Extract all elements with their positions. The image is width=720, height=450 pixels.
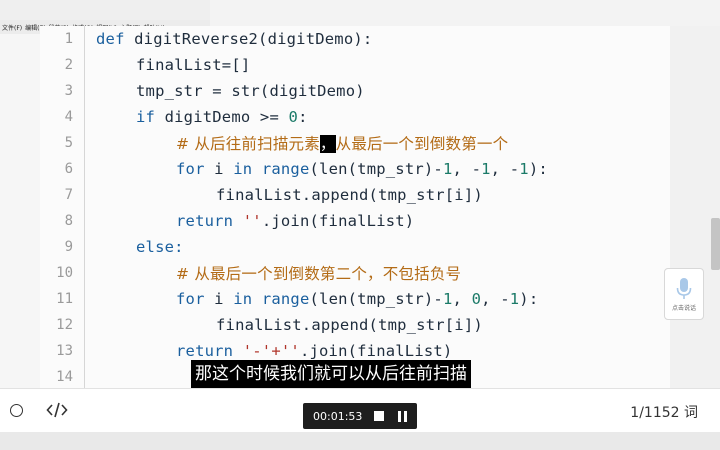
line-number: 3 <box>64 83 73 99</box>
scrollbar-thumb[interactable] <box>711 218 720 270</box>
comment-text: # 从后往前扫描元素 <box>176 135 320 153</box>
line-number: 11 <box>56 291 73 307</box>
code-text: finalList.append(tmp_str[i]) <box>216 186 483 204</box>
keyword: if <box>136 108 156 126</box>
builtin: range <box>252 290 310 308</box>
code-token: i <box>204 160 234 178</box>
keyword: def <box>96 30 125 48</box>
code-text: return ''.join(finalList) <box>176 212 414 230</box>
code-comment: # 从最后一个到倒数第二个，不包括负号 <box>176 265 462 283</box>
left-margin <box>0 34 40 388</box>
word-progress: 1/1152 词 <box>630 405 698 421</box>
code-line: 1 def digitReverse2(digitDemo): <box>40 26 670 52</box>
code-token: digitReverse2(digitDemo): <box>124 30 373 48</box>
code-token: .join(finalList) <box>261 212 415 230</box>
code-line: 5 # 从后往前扫描元素，从最后一个到倒数第一个 <box>40 130 670 156</box>
code-line: 6 for i in range(len(tmp_str)-1, -1, -1)… <box>40 156 670 182</box>
string-literal: '-'+'' <box>233 342 300 360</box>
line-number: 2 <box>64 57 73 73</box>
code-token: .join(finalList) <box>299 342 453 360</box>
code-token: , - <box>490 160 520 178</box>
circle-icon[interactable] <box>10 404 23 417</box>
line-number: 9 <box>64 239 73 255</box>
number-literal: 1 <box>442 160 453 178</box>
code-text: if digitDemo >= 0: <box>136 108 308 126</box>
keyword: return <box>176 342 234 360</box>
number-literal: 0 <box>471 290 482 308</box>
code-line: 8 return ''.join(finalList) <box>40 208 670 234</box>
keyword: return <box>176 212 234 230</box>
code-text: finalList.append(tmp_str[i]) <box>216 316 483 334</box>
code-line: 3 tmp_str = str(digitDemo) <box>40 78 670 104</box>
pause-icon[interactable] <box>398 410 407 422</box>
line-number: 13 <box>56 343 73 359</box>
number-literal: 1 <box>519 160 529 178</box>
keyword: for <box>176 290 205 308</box>
code-text: return '-'+''.join(finalList) <box>176 342 452 360</box>
number-literal: 0 <box>288 108 299 126</box>
code-token: ): <box>528 160 548 178</box>
code-text: def digitReverse2(digitDemo): <box>96 30 372 48</box>
code-token: , - <box>481 290 510 308</box>
code-text: finalList=[] <box>136 56 251 74</box>
line-number: 12 <box>56 317 73 333</box>
code-token: i <box>204 290 234 308</box>
line-number: 6 <box>64 161 73 177</box>
player-bar: 00:01:53 1/1152 词 <box>0 388 720 432</box>
keyword: else: <box>136 238 184 256</box>
menu-file[interactable]: 文件(F) <box>2 23 22 32</box>
voice-input-button[interactable]: 点击说话 <box>664 268 704 320</box>
code-token: digitDemo >= <box>155 108 289 126</box>
microphone-icon <box>676 277 692 299</box>
line-number: 10 <box>56 265 73 281</box>
right-panel <box>670 26 720 388</box>
code-line: 2 finalList=[] <box>40 52 670 78</box>
number-literal: 1 <box>442 290 453 308</box>
code-comment: # 从后往前扫描元素，从最后一个到倒数第一个 <box>176 132 508 154</box>
code-token: : <box>298 108 308 126</box>
code-editor[interactable]: 1 def digitReverse2(digitDemo): 2 finalL… <box>40 26 670 388</box>
video-subtitle: 那这个时候我们就可以从后往前扫描 <box>191 360 471 388</box>
code-text: for i in range(len(tmp_str)-1, 0, -1): <box>176 290 538 308</box>
bottom-strip <box>0 432 720 450</box>
string-literal: '' <box>233 212 262 230</box>
code-token: , <box>452 290 472 308</box>
code-text: for i in range(len(tmp_str)-1, -1, -1): <box>176 160 548 178</box>
line-number: 4 <box>64 109 73 125</box>
stop-icon[interactable] <box>374 411 384 421</box>
window-top-area <box>210 0 720 26</box>
code-line: 12 finalList.append(tmp_str[i]) <box>40 312 670 338</box>
code-line: 4 if digitDemo >= 0: <box>40 104 670 130</box>
code-token: (len(tmp_str)- <box>309 160 443 178</box>
code-token: ): <box>519 290 539 308</box>
code-line: 11 for i in range(len(tmp_str)-1, 0, -1)… <box>40 286 670 312</box>
code-line: 9 else: <box>40 234 670 260</box>
code-line: 10 # 从最后一个到倒数第二个，不包括负号 <box>40 260 670 286</box>
comment-text: 从最后一个到倒数第一个 <box>335 135 509 153</box>
line-number: 1 <box>64 31 73 47</box>
keyword: in <box>233 160 253 178</box>
voice-input-label: 点击说话 <box>671 304 696 312</box>
code-icon[interactable] <box>46 401 68 419</box>
line-number: 7 <box>64 187 73 203</box>
code-token: (len(tmp_str)- <box>309 290 443 308</box>
playback-controls: 00:01:53 <box>303 403 417 429</box>
number-literal: 1 <box>509 290 520 308</box>
keyword: for <box>176 160 205 178</box>
number-literal: 1 <box>481 160 491 178</box>
playback-time: 00:01:53 <box>313 409 363 423</box>
keyword: in <box>233 290 253 308</box>
text-cursor: ， <box>319 135 336 153</box>
line-number: 5 <box>64 135 73 151</box>
code-text: tmp_str = str(digitDemo) <box>136 82 365 100</box>
code-token: , - <box>452 160 482 178</box>
window-top-left <box>0 0 210 20</box>
code-line: 7 finalList.append(tmp_str[i]) <box>40 182 670 208</box>
line-number: 8 <box>64 213 73 229</box>
builtin: range <box>252 160 310 178</box>
line-number: 14 <box>56 369 73 385</box>
